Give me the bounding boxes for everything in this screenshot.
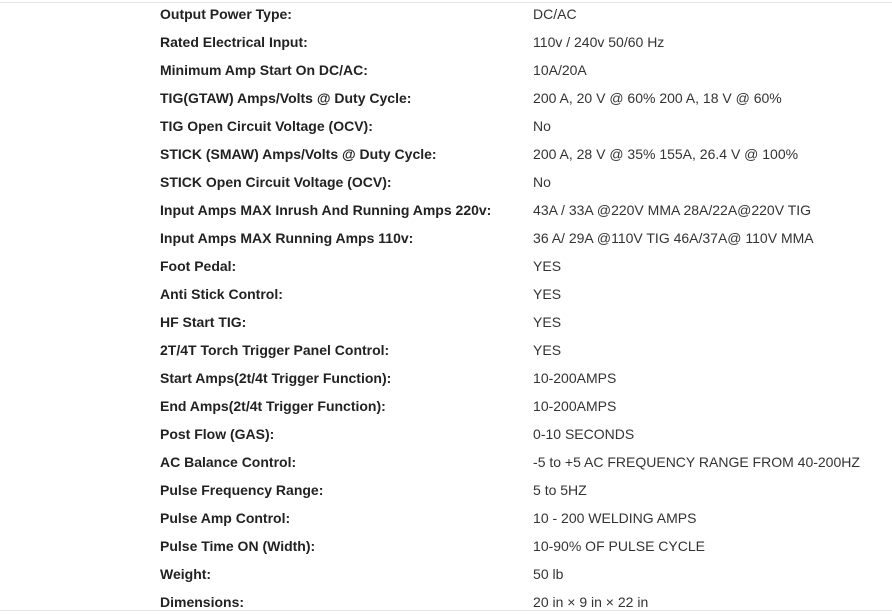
spec-value: YES	[533, 286, 562, 302]
spec-value: 10-200AMPS	[533, 370, 617, 386]
table-row: Post Flow (GAS): 0-10 SECONDS	[160, 420, 892, 448]
table-row: Input Amps MAX Running Amps 110v: 36 A/ …	[160, 224, 892, 252]
table-row: Minimum Amp Start On DC/AC: 10A/20A	[160, 56, 892, 84]
spec-value: 110v / 240v 50/60 Hz	[533, 34, 665, 50]
spec-value: YES	[533, 342, 562, 358]
spec-value: 0-10 SECONDS	[533, 426, 635, 442]
spec-value: -5 to +5 AC FREQUENCY RANGE FROM 40-200H…	[533, 454, 860, 470]
table-row: Input Amps MAX Inrush And Running Amps 2…	[160, 196, 892, 224]
table-row: Pulse Amp Control: 10 - 200 WELDING AMPS	[160, 504, 892, 532]
spec-label: STICK Open Circuit Voltage (OCV):	[160, 174, 392, 190]
spec-table: Output Power Type: DC/AC Rated Electrica…	[160, 0, 892, 616]
spec-label: 2T/4T Torch Trigger Panel Control:	[160, 342, 390, 358]
spec-value: 200 A, 20 V @ 60% 200 A, 18 V @ 60%	[533, 90, 782, 106]
spec-label: Pulse Time ON (Width):	[160, 538, 316, 554]
table-row: STICK (SMAW) Amps/Volts @ Duty Cycle: 20…	[160, 140, 892, 168]
table-row: Weight: 50 lb	[160, 560, 892, 588]
spec-label: Minimum Amp Start On DC/AC:	[160, 62, 368, 78]
table-row: TIG(GTAW) Amps/Volts @ Duty Cycle: 200 A…	[160, 84, 892, 112]
spec-value: 43A / 33A @220V MMA 28A/22A@220V TIG	[533, 202, 812, 218]
table-row: STICK Open Circuit Voltage (OCV): No	[160, 168, 892, 196]
spec-value: 5 to 5HZ	[533, 482, 587, 498]
bottom-divider	[0, 610, 892, 611]
spec-value: 200 A, 28 V @ 35% 155A, 26.4 V @ 100%	[533, 146, 799, 162]
spec-value: 10-90% OF PULSE CYCLE	[533, 538, 705, 554]
table-row: Anti Stick Control: YES	[160, 280, 892, 308]
spec-label: Pulse Frequency Range:	[160, 482, 324, 498]
spec-label: STICK (SMAW) Amps/Volts @ Duty Cycle:	[160, 146, 437, 162]
table-row: Foot Pedal: YES	[160, 252, 892, 280]
spec-label: AC Balance Control:	[160, 454, 297, 470]
spec-value: 20 in × 9 in × 22 in	[533, 594, 649, 610]
spec-value: YES	[533, 258, 562, 274]
spec-label: Input Amps MAX Running Amps 110v:	[160, 230, 414, 246]
table-row: End Amps(2t/4t Trigger Function): 10-200…	[160, 392, 892, 420]
spec-value: No	[533, 174, 551, 190]
spec-label: End Amps(2t/4t Trigger Function):	[160, 398, 386, 414]
spec-value: 50 lb	[533, 566, 564, 582]
spec-label: Output Power Type:	[160, 6, 292, 22]
table-row: 2T/4T Torch Trigger Panel Control: YES	[160, 336, 892, 364]
table-row: Start Amps(2t/4t Trigger Function): 10-2…	[160, 364, 892, 392]
spec-value: 10 - 200 WELDING AMPS	[533, 510, 697, 526]
spec-value: No	[533, 118, 551, 134]
spec-value: 36 A/ 29A @110V TIG 46A/37A@ 110V MMA	[533, 230, 814, 246]
spec-label: Foot Pedal:	[160, 258, 237, 274]
spec-label: Dimensions:	[160, 594, 245, 610]
spec-label: Rated Electrical Input:	[160, 34, 308, 50]
spec-label: Post Flow (GAS):	[160, 426, 275, 442]
table-row: TIG Open Circuit Voltage (OCV): No	[160, 112, 892, 140]
spec-label: Anti Stick Control:	[160, 286, 283, 302]
table-row: Dimensions: 20 in × 9 in × 22 in	[160, 588, 892, 616]
table-row: Pulse Time ON (Width): 10-90% OF PULSE C…	[160, 532, 892, 560]
table-row: Pulse Frequency Range: 5 to 5HZ	[160, 476, 892, 504]
spec-value: 10-200AMPS	[533, 398, 617, 414]
spec-label: TIG Open Circuit Voltage (OCV):	[160, 118, 373, 134]
spec-value: YES	[533, 314, 562, 330]
spec-label: Input Amps MAX Inrush And Running Amps 2…	[160, 202, 492, 218]
table-row: HF Start TIG: YES	[160, 308, 892, 336]
spec-label: HF Start TIG:	[160, 314, 247, 330]
spec-value: DC/AC	[533, 6, 577, 22]
table-row: Output Power Type: DC/AC	[160, 0, 892, 28]
table-row: Rated Electrical Input: 110v / 240v 50/6…	[160, 28, 892, 56]
spec-label: TIG(GTAW) Amps/Volts @ Duty Cycle:	[160, 90, 412, 106]
table-row: AC Balance Control: -5 to +5 AC FREQUENC…	[160, 448, 892, 476]
spec-label: Start Amps(2t/4t Trigger Function):	[160, 370, 392, 386]
spec-table-body: Output Power Type: DC/AC Rated Electrica…	[160, 0, 892, 616]
spec-label: Weight:	[160, 566, 212, 582]
spec-label: Pulse Amp Control:	[160, 510, 291, 526]
spec-value: 10A/20A	[533, 62, 587, 78]
